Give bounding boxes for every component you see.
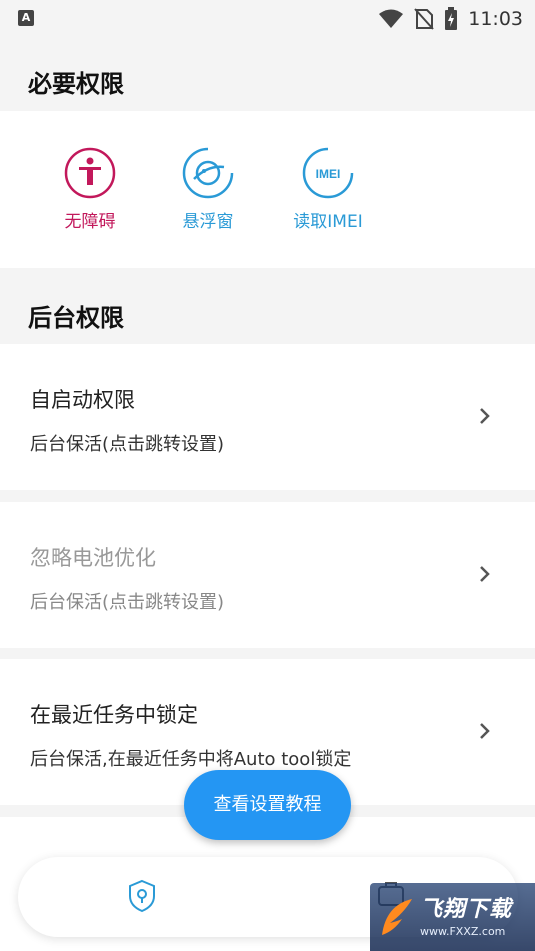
status-bar: A 11:03 [0,0,535,38]
row-subtitle: 后台保活(点击跳转设置) [30,592,225,613]
permission-label: 读取IMEI [293,212,363,232]
permission-label: 悬浮窗 [182,212,234,232]
view-tutorial-button[interactable]: 查看设置教程 [184,770,351,840]
no-sim-icon [414,8,434,30]
row-autostart[interactable]: 自启动权限 后台保活(点击跳转设置) [0,344,535,490]
row-title: 忽略电池优化 [30,546,156,570]
imei-icon: IMEI [302,147,354,199]
background-permissions-title: 后台权限 [28,304,124,332]
floating-window-icon [182,147,234,199]
permission-label: 无障碍 [64,212,116,232]
status-icons: 11:03 [378,6,523,32]
watermark-text: 飞翔下载 [420,897,513,922]
required-permissions-header: 必要权限 [0,38,535,111]
row-subtitle: 后台保活(点击跳转设置) [30,434,225,455]
background-permissions-header: 后台权限 [0,268,535,344]
notification-icon: A [18,10,34,26]
battery-charging-icon [445,7,458,30]
permission-floating-window[interactable]: 悬浮窗 [153,147,263,232]
feather-logo-icon [382,899,412,935]
status-time: 11:03 [468,8,523,30]
accessibility-icon [64,147,116,199]
wifi-icon [379,9,404,28]
chevron-right-icon [480,723,490,739]
chevron-right-icon [480,566,490,582]
chevron-right-icon [480,408,490,424]
location-shield-icon[interactable] [127,879,157,913]
svg-text:IMEI: IMEI [316,167,341,181]
watermark-logo: 飞翔下载 www.FXXZ.com [370,883,535,951]
permission-accessibility[interactable]: 无障碍 [35,147,145,232]
row-title: 自启动权限 [30,388,135,412]
required-permissions-card: 无障碍 悬浮窗 IMEI 读取IMEI [0,111,535,268]
required-permissions-title: 必要权限 [28,70,124,98]
watermark-url: www.FXXZ.com [420,925,506,938]
row-title: 在最近任务中锁定 [30,703,198,727]
permission-imei[interactable]: IMEI 读取IMEI [273,147,383,232]
row-battery-optimization[interactable]: 忽略电池优化 后台保活(点击跳转设置) [0,502,535,648]
row-subtitle: 后台保活,在最近任务中将Auto tool锁定 [30,749,352,770]
